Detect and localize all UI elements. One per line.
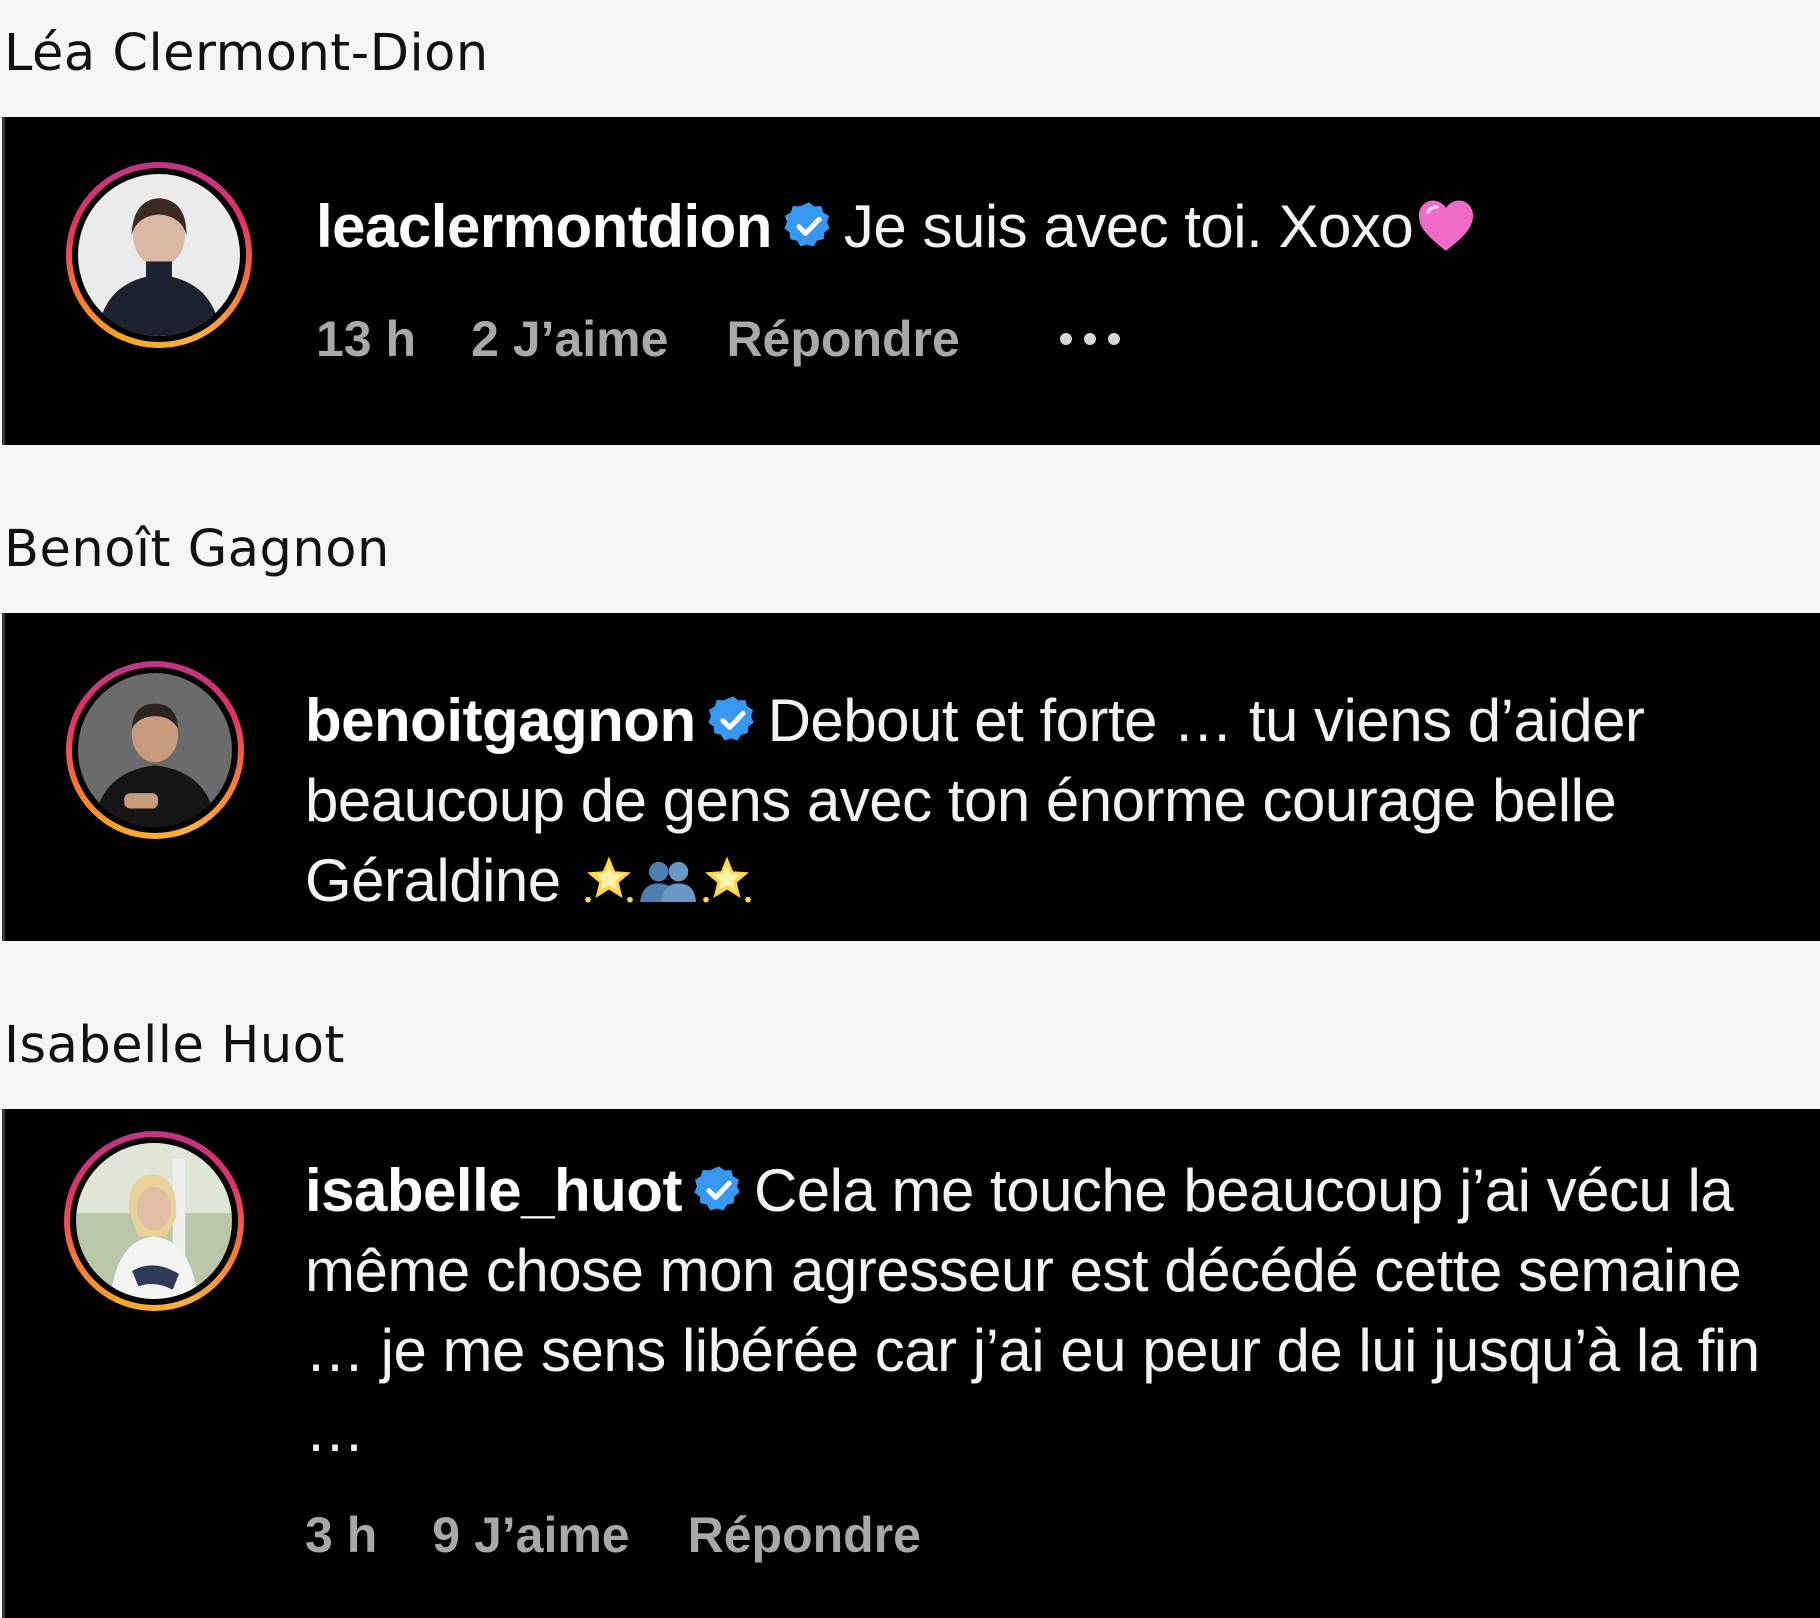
- pink-heart-icon: [1415, 195, 1477, 255]
- likes-count-button[interactable]: 2 J’aime: [471, 314, 668, 364]
- avatar-photo: [78, 174, 240, 336]
- reply-button[interactable]: Répondre: [688, 1510, 921, 1560]
- glowing-star-icon: [699, 853, 755, 909]
- comment-panel-lea: leaclermontdion Je suis avec toi. Xoxo 13…: [2, 117, 1820, 445]
- avatar-photo: [78, 673, 232, 827]
- reply-button[interactable]: Répondre: [726, 314, 959, 364]
- comment-meta-isabelle: 3 h 9 J’aime Répondre: [305, 1510, 921, 1560]
- verified-badge-icon: [782, 199, 836, 253]
- avatar-benoit[interactable]: [66, 661, 244, 839]
- comment-text-lea: leaclermontdion Je suis avec toi. Xoxo: [316, 187, 1766, 267]
- comment-text-benoit: benoitgagnon Debout et forte … tu viens d…: [305, 681, 1785, 921]
- verified-badge-icon: [706, 693, 760, 747]
- username-benoit[interactable]: benoitgagnon: [305, 687, 696, 754]
- more-options-icon[interactable]: [1059, 333, 1120, 345]
- avatar-photo: [76, 1143, 232, 1299]
- avatar-lea[interactable]: [66, 162, 252, 348]
- username-isabelle[interactable]: isabelle_huot: [305, 1157, 682, 1224]
- comment-text-isabelle: isabelle_huot Cela me touche beaucoup j’a…: [305, 1151, 1785, 1471]
- comment-panel-isabelle: isabelle_huot Cela me touche beaucoup j’a…: [2, 1109, 1820, 1618]
- glowing-star-icon: [581, 853, 637, 909]
- username-lea[interactable]: leaclermontdion: [316, 193, 772, 260]
- likes-count-button[interactable]: 9 J’aime: [432, 1510, 629, 1560]
- section-title-benoit: Benoît Gagnon: [4, 520, 390, 579]
- comment-meta-lea: 13 h 2 J’aime Répondre: [316, 314, 1120, 364]
- comment-panel-benoit: benoitgagnon Debout et forte … tu viens d…: [2, 613, 1820, 941]
- comment-time: 13 h: [316, 311, 417, 367]
- section-title-lea: Léa Clermont-Dion: [4, 24, 489, 83]
- comment-body-lea: Je suis avec toi. Xoxo: [843, 193, 1414, 260]
- comment-time: 3 h: [305, 1507, 378, 1563]
- verified-badge-icon: [692, 1163, 746, 1217]
- avatar-isabelle[interactable]: [64, 1131, 244, 1311]
- section-title-isabelle: Isabelle Huot: [4, 1016, 345, 1075]
- two-people-silhouette-icon: [637, 853, 699, 909]
